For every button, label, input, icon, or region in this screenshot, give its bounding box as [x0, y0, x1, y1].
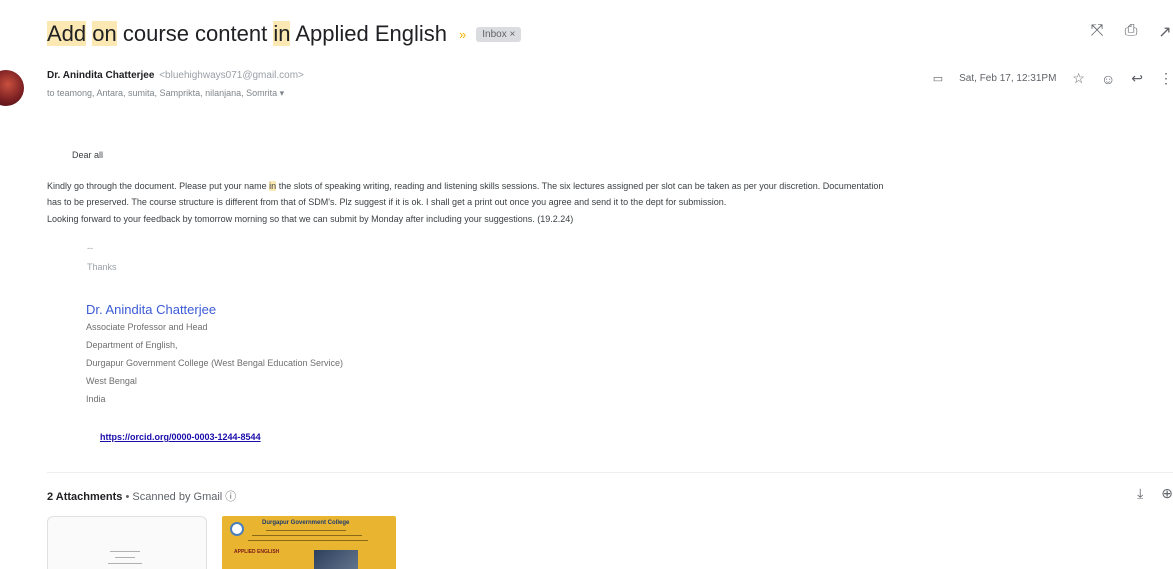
thumbnail-title: Durgapur Government College — [262, 520, 350, 526]
signature-state: West Bengal — [86, 376, 137, 386]
body-paragraph-1: Kindly go through the document. Please p… — [47, 181, 883, 191]
orcid-link[interactable]: https://orcid.org/0000-0003-1244-8544 — [100, 432, 261, 442]
thumbnail-text-line — [110, 551, 140, 552]
scanned-by-gmail-label[interactable]: Scanned by Gmail ⓘ — [132, 491, 236, 503]
subject-part-in: in — [273, 21, 291, 46]
thumbnail-text-line — [266, 530, 346, 531]
signature-title: Associate Professor and Head — [86, 322, 208, 332]
download-all-icon[interactable]: ⤓ — [1137, 485, 1143, 502]
important-marker-icon[interactable]: » — [459, 27, 466, 42]
inbox-label-chip[interactable]: Inbox × — [476, 26, 522, 42]
thumbnail-text-line — [108, 563, 142, 564]
attachments-actions: ⤓ ⊕ — [1137, 485, 1173, 502]
sender-name[interactable]: Dr. Anindita Chatterjee — [47, 70, 154, 81]
add-to-drive-icon[interactable]: ⊕ — [1161, 485, 1173, 502]
body-paragraph-3: Looking forward to your feedback by tomo… — [47, 214, 574, 224]
body-paragraph-2: has to be preserved. The course structur… — [47, 197, 727, 207]
thumbnail-text-line — [115, 557, 135, 558]
more-options-icon[interactable]: ⋮ — [1159, 70, 1173, 87]
signature-college: Durgapur Government College (West Bengal… — [86, 358, 343, 368]
reply-icon[interactable]: ↩ — [1131, 70, 1143, 87]
open-in-new-window-icon[interactable]: ↗ — [1157, 22, 1173, 42]
attachments-divider — [47, 472, 1173, 473]
subject-part-applied-english: Applied English — [295, 21, 448, 46]
message-date: Sat, Feb 17, 12:31PM — [959, 73, 1057, 84]
email-subject: Add on course content in Applied English — [47, 21, 447, 47]
recipients-dropdown[interactable]: to teamong, Antara, sumita, Samprikta, n… — [47, 88, 284, 99]
attachment-icon: ▭ — [932, 73, 944, 85]
signature-separator: -- — [87, 243, 93, 253]
attachments-count: 2 Attachments — [47, 491, 123, 503]
attachment-thumbnail-1[interactable] — [47, 516, 207, 569]
sender-line: Dr. Anindita Chatterjee <bluehighways071… — [47, 70, 304, 81]
email-greeting: Dear all — [72, 150, 104, 160]
attachments-header: 2 Attachments • Scanned by Gmail ⓘ — [47, 488, 236, 504]
top-actions: ⤧ ⎙ ↗ — [1089, 22, 1173, 42]
sender-email: <bluehighways071@gmail.com> — [159, 70, 304, 81]
print-icon[interactable]: ⎙ — [1123, 22, 1139, 42]
subject-part-add: Add — [47, 21, 87, 46]
body-highlight-in: in — [269, 181, 277, 191]
collapse-icon[interactable]: ⤧ — [1089, 22, 1105, 42]
subject-row: Add on course content in Applied English… — [47, 18, 522, 50]
sender-avatar[interactable] — [0, 70, 24, 106]
body-paragraph-1-end: the slots of speaking writing, reading a… — [278, 181, 884, 191]
attachment-thumbnail-2[interactable]: Durgapur Government College APPLIED ENGL… — [222, 516, 396, 569]
subject-part-on: on — [92, 21, 117, 46]
signature-name: Dr. Anindita Chatterjee — [86, 302, 217, 317]
thumbnail-subtitle: APPLIED ENGLISH — [234, 549, 280, 555]
closing-thanks: Thanks — [87, 262, 117, 272]
college-logo-icon — [230, 522, 244, 536]
body-paragraph-1-start: Kindly go through the document. Please p… — [47, 181, 267, 191]
message-meta: ▭ Sat, Feb 17, 12:31PM ☆ ☺ ↩ ⋮ — [933, 70, 1173, 87]
attachments-separator: • — [125, 491, 130, 503]
thumbnail-photo — [314, 550, 358, 569]
subject-part-course-content: course content — [122, 21, 268, 46]
thumbnail-text-line — [252, 535, 362, 536]
signature-country: India — [86, 394, 106, 404]
emoji-reaction-icon[interactable]: ☺ — [1101, 71, 1115, 87]
signature-department: Department of English, — [86, 340, 178, 350]
star-icon[interactable]: ☆ — [1072, 70, 1085, 87]
thumbnail-text-line — [248, 540, 368, 541]
